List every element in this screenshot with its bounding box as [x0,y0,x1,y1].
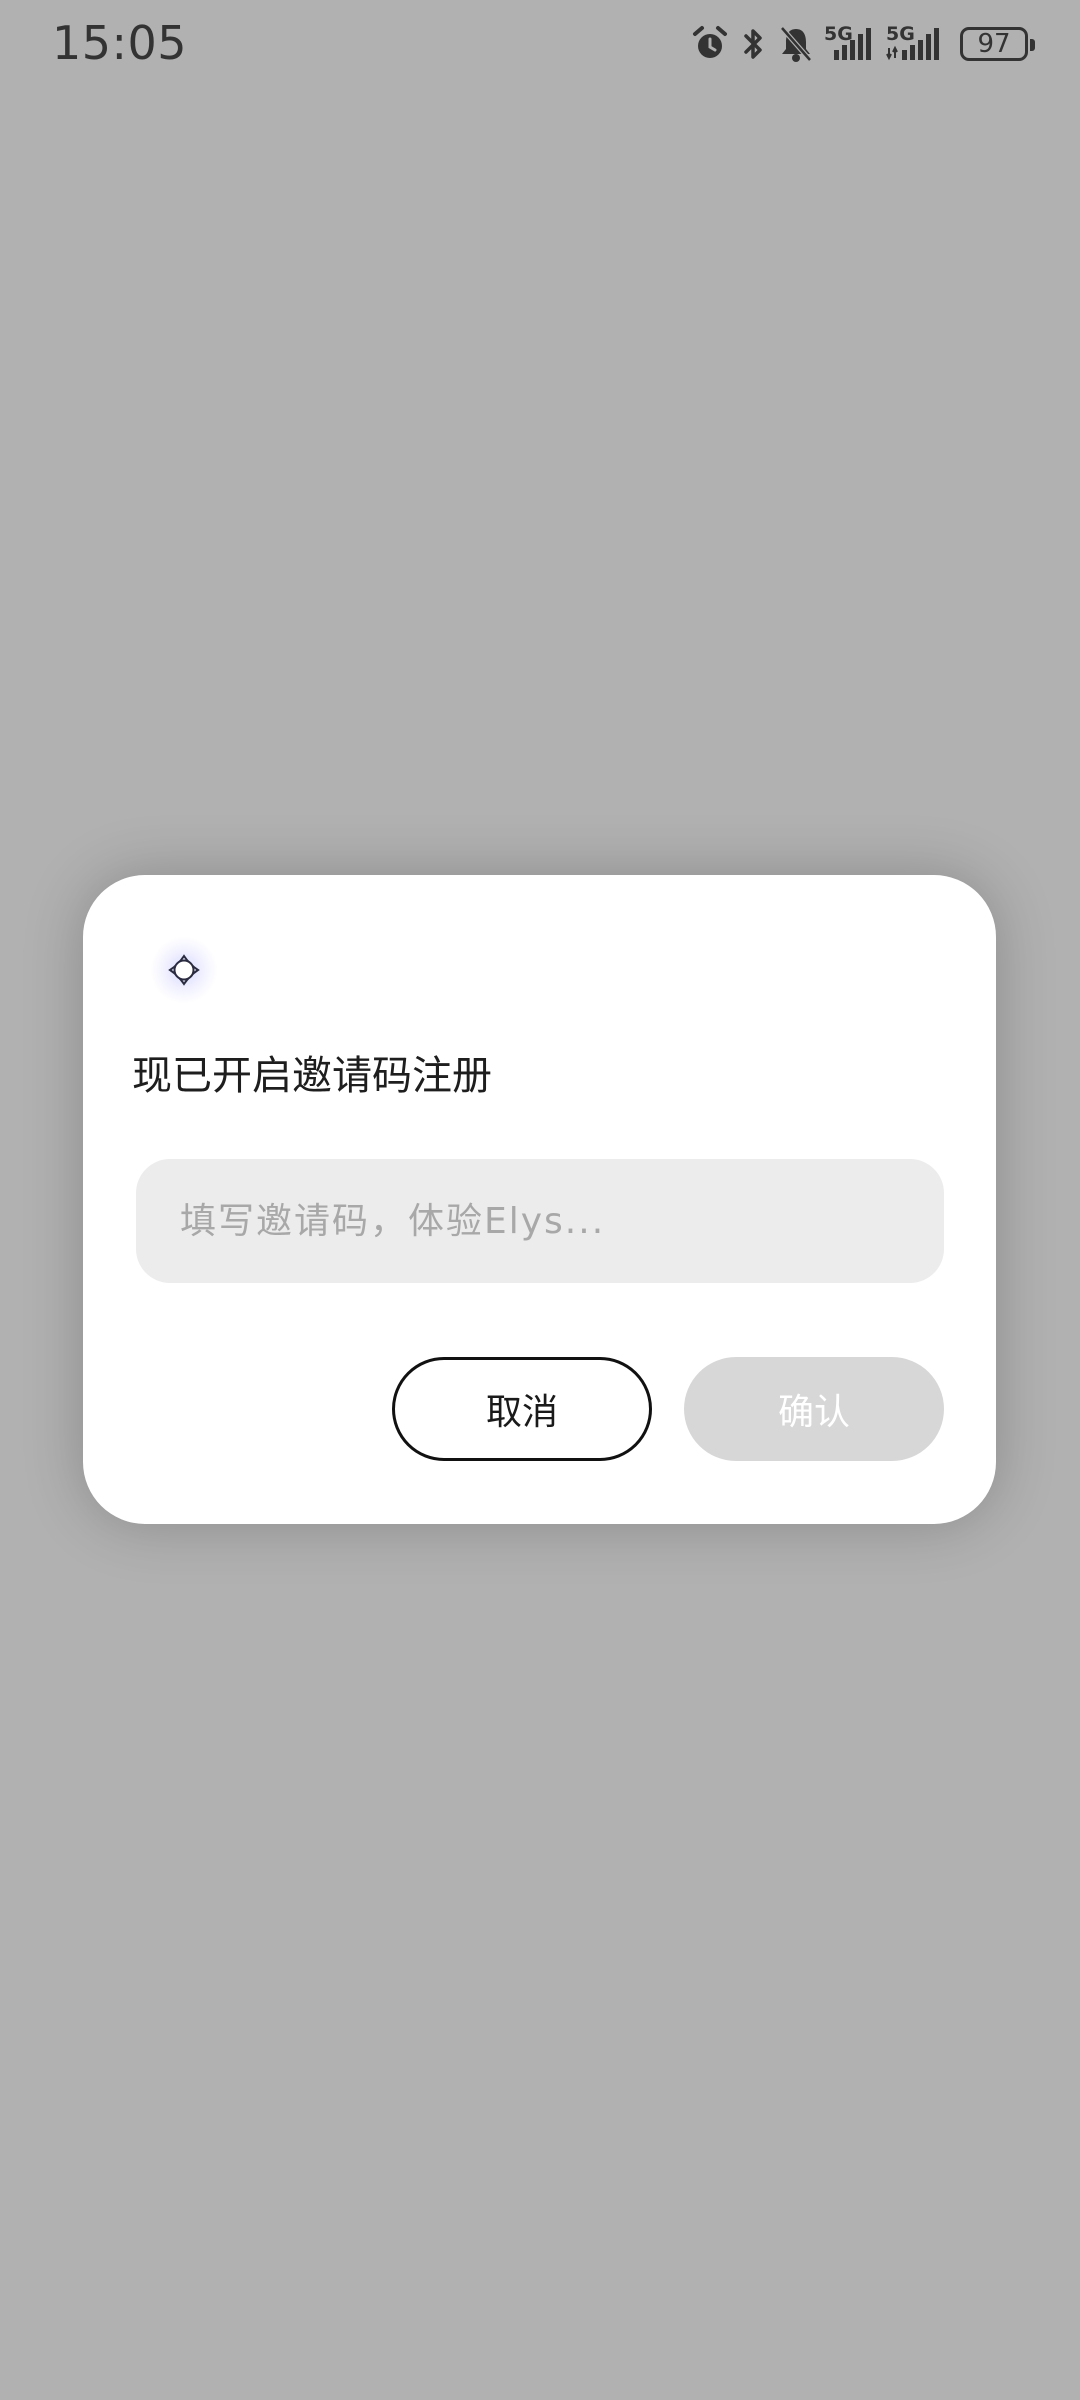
svg-text:5G: 5G [824,24,853,45]
status-bar: 15:05 5G 5G 97 [0,0,1080,90]
svg-text:5G: 5G [886,24,915,45]
dialog-title: 现已开启邀请码注册 [132,1053,492,1099]
battery-icon: 97 [960,27,1035,61]
bluetooth-icon [740,24,768,64]
signal-icon: 5G [824,24,876,64]
bell-muted-icon [778,24,814,64]
status-icons: 5G 5G 97 [690,22,1035,66]
invite-code-dialog: 现已开启邀请码注册 取消 确认 [83,875,996,1524]
app-logo-icon [151,937,217,1003]
signal-icon: 5G [886,24,944,64]
confirm-button[interactable]: 确认 [684,1357,944,1461]
cancel-button[interactable]: 取消 [392,1357,652,1461]
battery-level: 97 [977,29,1011,59]
alarm-icon [690,24,730,64]
invite-code-input[interactable] [136,1159,944,1283]
status-time: 15:05 [52,16,188,70]
